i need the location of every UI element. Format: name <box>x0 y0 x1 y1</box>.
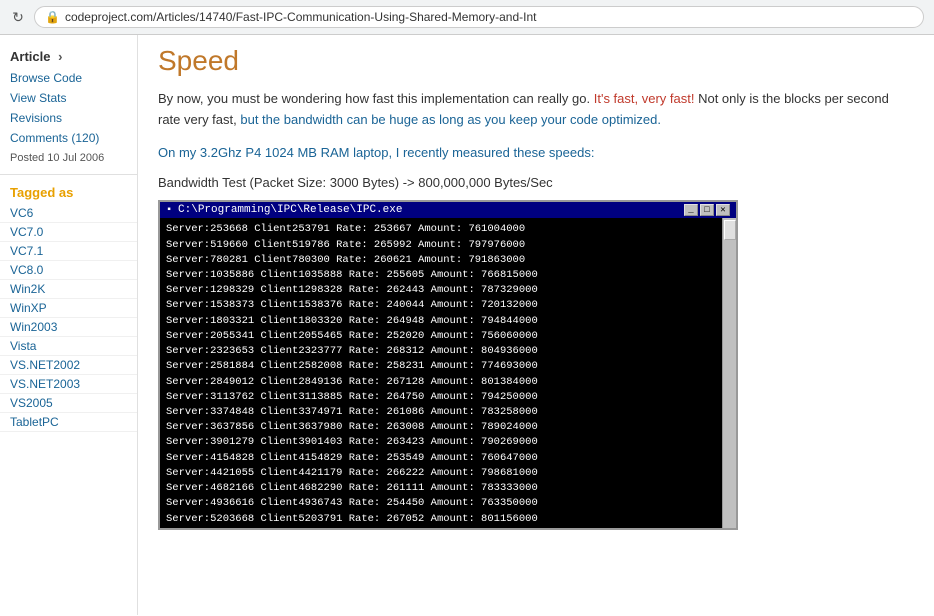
console-line: Server:253668 Client253791 Rate: 253667 … <box>166 222 730 237</box>
console-line: Server:2323653 Client2323777 Rate: 26831… <box>166 344 730 359</box>
main-content: Speed By now, you must be wondering how … <box>138 35 934 615</box>
console-line: Server:3113762 Client3113885 Rate: 26475… <box>166 390 730 405</box>
console-app-icon: ▪ <box>166 205 172 216</box>
page-container: Article › Browse Code View Stats Revisio… <box>0 35 934 615</box>
console-maximize-button[interactable]: □ <box>700 204 714 216</box>
console-line: Server:2581884 Client2582008 Rate: 25823… <box>166 359 730 374</box>
console-scrollbar-thumb <box>724 220 736 240</box>
sidebar-article-title: Article › <box>0 43 137 68</box>
lock-icon: 🔒 <box>45 10 60 24</box>
console-line: Server:1035886 Client1035888 Rate: 25560… <box>166 268 730 283</box>
console-window: ▪ C:\Programming\IPC\Release\IPC.exe _ □… <box>158 200 738 530</box>
console-body: Server:253668 Client253791 Rate: 253667 … <box>160 218 736 528</box>
console-line: Server:2055341 Client2055465 Rate: 25202… <box>166 329 730 344</box>
sidebar-tag-win2k[interactable]: Win2K <box>0 280 137 299</box>
console-titlebar: ▪ C:\Programming\IPC\Release\IPC.exe _ □… <box>160 202 736 218</box>
sidebar-tag-vsnet2002[interactable]: VS.NET2002 <box>0 356 137 375</box>
console-line: Server:2849012 Client2849136 Rate: 26712… <box>166 375 730 390</box>
console-output: Server:253668 Client253791 Rate: 253667 … <box>166 222 730 526</box>
bandwidth-line: Bandwidth Test (Packet Size: 3000 Bytes)… <box>158 175 914 190</box>
console-scrollbar[interactable] <box>722 218 736 528</box>
sidebar-tag-tabletpc[interactable]: TabletPC <box>0 413 137 432</box>
console-minimize-button[interactable]: _ <box>684 204 698 216</box>
sidebar-tag-vs2005[interactable]: VS2005 <box>0 394 137 413</box>
intro-paragraph: By now, you must be wondering how fast t… <box>158 89 914 131</box>
refresh-icon[interactable]: ↻ <box>10 9 26 25</box>
console-line: Server:4154828 Client4154829 Rate: 25354… <box>166 451 730 466</box>
fast-text: It's fast, very fast! <box>594 91 695 106</box>
sidebar-tagged-label: Tagged as <box>0 181 137 204</box>
address-bar[interactable]: 🔒 codeproject.com/Articles/14740/Fast-IP… <box>34 6 924 28</box>
sidebar-tag-winxp[interactable]: WinXP <box>0 299 137 318</box>
console-line: Server:4682166 Client4682290 Rate: 26111… <box>166 481 730 496</box>
sidebar-posted-date: Posted 10 Jul 2006 <box>0 148 137 168</box>
console-line: Server:3374848 Client3374971 Rate: 26108… <box>166 405 730 420</box>
sidebar-tag-vc70[interactable]: VC7.0 <box>0 223 137 242</box>
sidebar-tag-vista[interactable]: Vista <box>0 337 137 356</box>
browser-bar: ↻ 🔒 codeproject.com/Articles/14740/Fast-… <box>0 0 934 35</box>
sidebar-tag-vc80[interactable]: VC8.0 <box>0 261 137 280</box>
sidebar-tag-vc6[interactable]: VC6 <box>0 204 137 223</box>
console-line: Server:3637856 Client3637980 Rate: 26300… <box>166 420 730 435</box>
console-line: Server:4421055 Client4421179 Rate: 26622… <box>166 466 730 481</box>
sidebar-arrow: › <box>58 49 62 64</box>
console-close-button[interactable]: ✕ <box>716 204 730 216</box>
sidebar-item-browse-code[interactable]: Browse Code <box>0 68 137 88</box>
console-line: Server:3901279 Client3901403 Rate: 26342… <box>166 435 730 450</box>
sidebar: Article › Browse Code View Stats Revisio… <box>0 35 138 615</box>
sidebar-item-view-stats[interactable]: View Stats <box>0 88 137 108</box>
console-line: Server:1298329 Client1298328 Rate: 26244… <box>166 283 730 298</box>
console-controls: _ □ ✕ <box>684 204 730 216</box>
sidebar-tag-vsnet2003[interactable]: VS.NET2003 <box>0 375 137 394</box>
sidebar-tag-vc71[interactable]: VC7.1 <box>0 242 137 261</box>
sidebar-tag-win2003[interactable]: Win2003 <box>0 318 137 337</box>
sidebar-item-revisions[interactable]: Revisions <box>0 108 137 128</box>
console-line: Server:519660 Client519786 Rate: 265992 … <box>166 238 730 253</box>
console-line: Server:4936616 Client4936743 Rate: 25445… <box>166 496 730 511</box>
console-line: Server:1538373 Client1538376 Rate: 24004… <box>166 298 730 313</box>
sidebar-divider <box>0 174 137 175</box>
console-title: C:\Programming\IPC\Release\IPC.exe <box>178 204 402 216</box>
url-text: codeproject.com/Articles/14740/Fast-IPC-… <box>65 10 537 24</box>
console-line: Server:5203668 Client5203791 Rate: 26705… <box>166 512 730 527</box>
bandwidth-highlight: but the bandwidth can be huge as long as… <box>240 112 661 127</box>
section-title: Speed <box>158 45 914 77</box>
speed-link-text: On my 3.2Ghz P4 1024 MB RAM laptop, I re… <box>158 145 594 160</box>
sidebar-item-comments[interactable]: Comments (120) <box>0 128 137 148</box>
console-line: Server:780281 Client780300 Rate: 260621 … <box>166 253 730 268</box>
console-titlebar-left: ▪ C:\Programming\IPC\Release\IPC.exe <box>166 204 402 216</box>
speed-line: On my 3.2Ghz P4 1024 MB RAM laptop, I re… <box>158 143 914 164</box>
console-line: Server:1803321 Client1803320 Rate: 26494… <box>166 314 730 329</box>
